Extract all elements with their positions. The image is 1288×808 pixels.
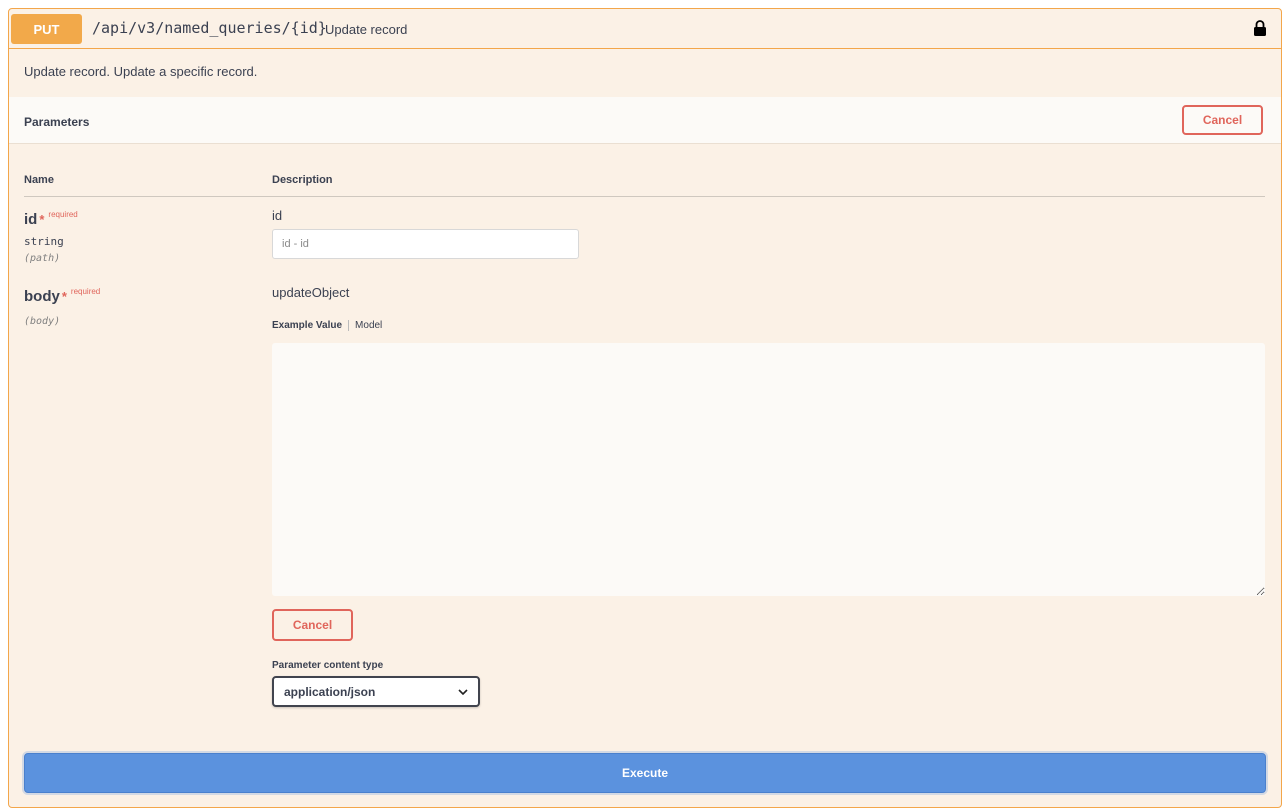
chevron-down-icon [458, 688, 468, 695]
tab-model[interactable]: Model [349, 320, 382, 331]
lock-icon[interactable] [1253, 19, 1267, 37]
parameters-title: Parameters [24, 115, 90, 129]
param-name-text: id [24, 211, 38, 228]
tab-example-value[interactable]: Example Value [272, 320, 350, 331]
operation-summary-description: Update record [325, 22, 408, 37]
column-header-name: Name [24, 174, 54, 186]
cancel-try-out-button[interactable]: Cancel [1182, 105, 1263, 135]
required-label: required [70, 287, 101, 296]
operation-block: PUT /api/v3/named_queries/{id} Update re… [8, 8, 1282, 808]
id-input[interactable] [272, 229, 579, 259]
param-in-id: (path) [24, 253, 61, 264]
param-name-id: id * required [24, 210, 78, 228]
body-editor[interactable] [272, 343, 1265, 596]
required-star: * [61, 289, 67, 304]
required-star: * [39, 212, 45, 227]
method-badge: PUT [11, 14, 82, 44]
endpoint-path: /api/v3/named_queries/{id} [92, 19, 327, 37]
param-in-body: (body) [24, 316, 61, 327]
param-name-text: body [24, 288, 60, 305]
param-description-id: id [272, 208, 283, 223]
content-type-value: application/json [284, 684, 376, 699]
param-name-body: body * required [24, 287, 100, 305]
content-type-label: Parameter content type [272, 660, 384, 671]
operation-description: Update record. Update a specific record. [24, 64, 258, 79]
operation-summary[interactable]: PUT /api/v3/named_queries/{id} Update re… [9, 9, 1281, 49]
content-type-select[interactable]: application/json [272, 676, 480, 707]
required-label: required [48, 210, 78, 219]
param-description-body: updateObject [272, 285, 350, 300]
param-type-id: string [24, 235, 64, 248]
body-tabs: Example Value Model [272, 320, 382, 331]
execute-button[interactable]: Execute [24, 753, 1266, 793]
parameters-header: Parameters Cancel [9, 97, 1281, 144]
cancel-body-button[interactable]: Cancel [272, 609, 353, 641]
table-header-divider [24, 196, 1265, 197]
column-header-description: Description [272, 174, 333, 186]
